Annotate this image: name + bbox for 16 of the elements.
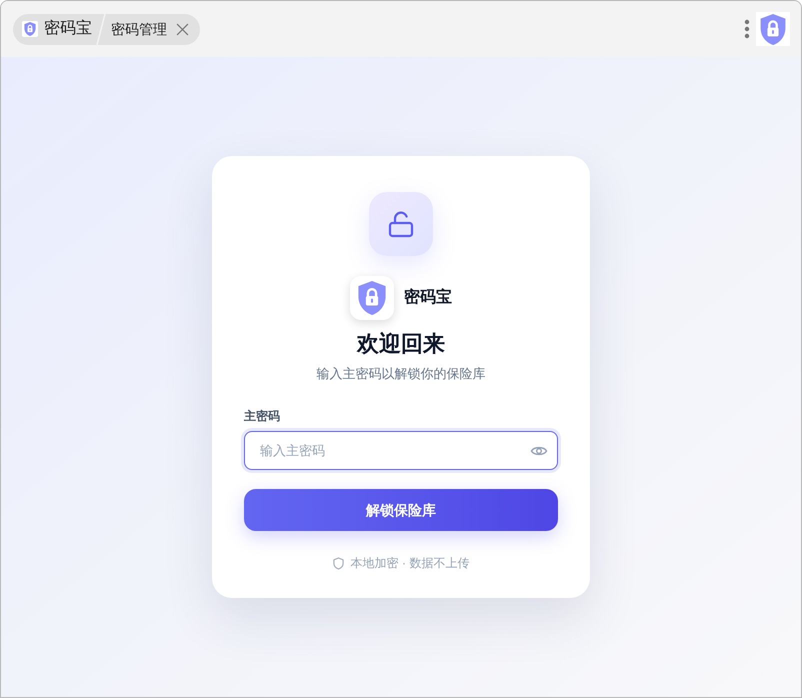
privacy-note: 本地加密 · 数据不上传 <box>350 555 470 571</box>
more-options-icon[interactable] <box>744 19 750 39</box>
app-tab[interactable]: 密码宝 <box>13 14 95 44</box>
app-logo-icon <box>350 276 394 320</box>
shield-icon <box>332 556 344 570</box>
subtitle: 输入主密码以解锁你的保险库 <box>316 365 486 383</box>
app-name: 密码宝 <box>404 287 452 308</box>
shield-lock-icon[interactable] <box>756 12 790 46</box>
close-icon[interactable] <box>176 22 189 36</box>
field-label: 主密码 <box>244 408 280 424</box>
page-tab[interactable]: 密码管理 <box>107 14 200 44</box>
welcome-title: 欢迎回来 <box>357 330 445 358</box>
unlock-button[interactable]: 解锁保险库 <box>244 489 558 531</box>
shield-lock-icon <box>22 21 38 37</box>
unlocked-padlock-icon <box>369 192 433 256</box>
password-field[interactable]: 输入主密码 <box>244 431 558 470</box>
